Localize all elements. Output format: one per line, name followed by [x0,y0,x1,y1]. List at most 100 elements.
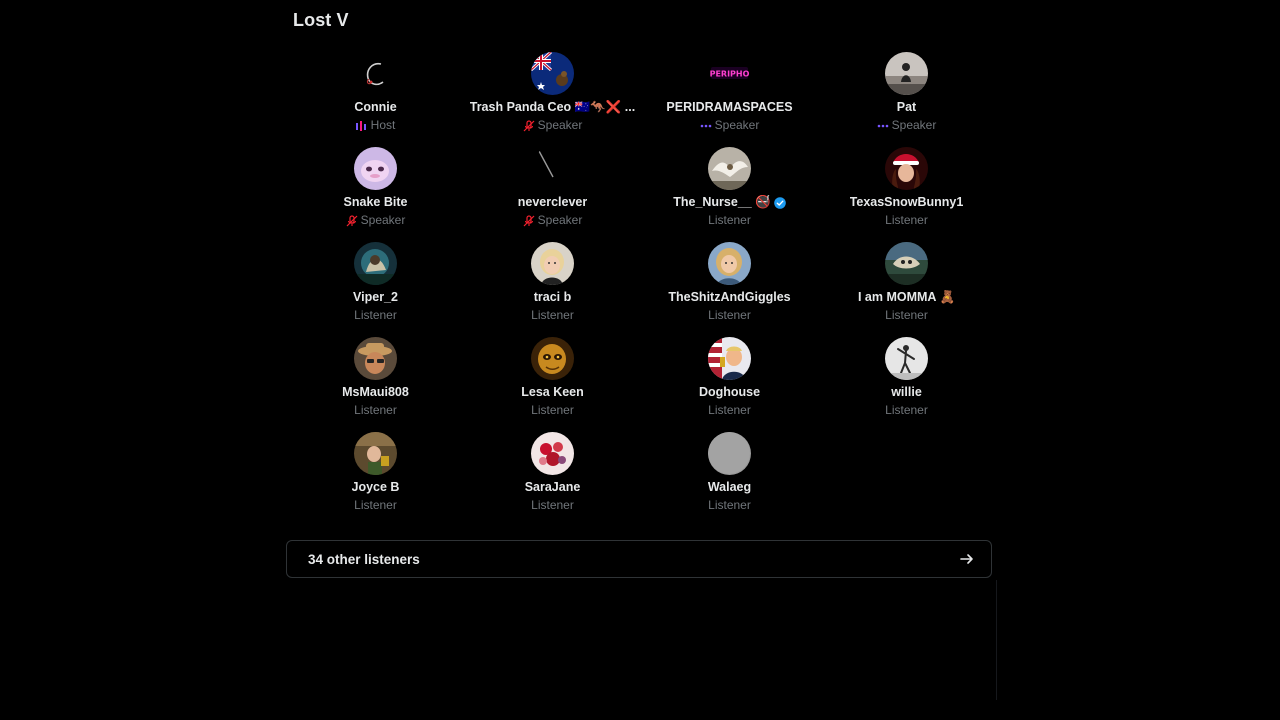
avatar[interactable] [531,242,574,285]
participant-role-text: Speaker [537,213,583,227]
participant-role-text: Listener [708,498,751,512]
verified-badge-icon [773,196,786,209]
participant-card[interactable]: Connie Host [287,52,464,147]
participant-role: Listener [531,308,574,323]
participant-role: Listener [885,213,928,228]
participant-role: Speaker [700,118,759,133]
participant-card[interactable]: TexasSnowBunny1 Listener [818,147,995,242]
participant-role: Listener [885,403,928,418]
participant-name: The_Nurse__ 🚭 [673,195,786,210]
participant-role: Speaker [523,213,583,228]
participant-name: Viper_2 [353,290,398,305]
participant-card[interactable]: Trash Panda Ceo 🇦🇺🦘❌ ... Speaker [464,52,641,147]
space-participants-panel: Lost V Connie Host Trash Panda Ceo 🇦🇺🦘❌ ..… [0,0,1280,720]
avatar[interactable] [708,147,751,190]
speaking-dots-icon [877,124,888,127]
avatar[interactable] [354,242,397,285]
participant-role-text: Speaker [537,118,583,132]
participant-role-text: Listener [531,308,574,322]
participant-name: Pat [897,100,916,115]
participant-role-text: Listener [708,403,751,417]
participant-name: traci b [534,290,572,305]
participant-name: I am MOMMA 🧸 [858,290,955,305]
participant-role: Listener [708,498,751,513]
avatar[interactable] [885,242,928,285]
participant-card[interactable]: Pat Speaker [818,52,995,147]
participant-card[interactable]: Viper_2 Listener [287,242,464,337]
participant-card[interactable]: Lesa Keen Listener [464,337,641,432]
avatar[interactable]: PERIPHO [708,52,751,95]
speaking-dots-icon [700,124,711,127]
avatar[interactable] [354,337,397,380]
participant-name: PERIDRAMASPACES [666,100,792,115]
avatar[interactable] [885,337,928,380]
participant-card[interactable]: I am MOMMA 🧸 Listener [818,242,995,337]
avatar[interactable] [885,52,928,95]
participants-grid: Connie Host Trash Panda Ceo 🇦🇺🦘❌ ... Speake… [287,52,995,527]
participant-name-text: I am MOMMA 🧸 [857,290,956,304]
participant-card[interactable]: traci b Listener [464,242,641,337]
avatar[interactable] [354,52,397,95]
participant-card[interactable]: The_Nurse__ 🚭 Listener [641,147,818,242]
avatar[interactable] [354,147,397,190]
avatar[interactable] [354,432,397,475]
participant-name-text: Trash Panda Ceo 🇦🇺🦘❌ ... [469,100,636,114]
space-title: Lost V [293,10,349,30]
participant-card[interactable]: Walaeg Listener [641,432,818,527]
participant-card[interactable]: neverclever Speaker [464,147,641,242]
participant-card[interactable]: Doghouse Listener [641,337,818,432]
avatar[interactable] [708,432,751,475]
muted-mic-icon [523,119,535,131]
participant-name: MsMaui808 [342,385,409,400]
avatar[interactable] [531,52,574,95]
participant-name-text: Pat [896,100,917,114]
participant-role: Host [355,118,396,133]
participant-role-text: Listener [708,308,751,322]
participant-role: Listener [708,403,751,418]
participant-role-text: Listener [354,308,397,322]
participant-role-text: Speaker [360,213,406,227]
participant-card[interactable]: Snake Bite Speaker [287,147,464,242]
avatar[interactable] [708,242,751,285]
participant-name-text: traci b [533,290,572,304]
participant-role-text: Listener [708,213,751,227]
participant-role-text: Listener [885,213,928,227]
participant-role-text: Listener [531,498,574,512]
other-listeners-button[interactable]: 34 other listeners [286,540,992,578]
participant-name-text: Joyce B [351,480,400,494]
participant-role: Listener [354,403,397,418]
participant-card[interactable]: MsMaui808 Listener [287,337,464,432]
participant-role: Speaker [523,118,583,133]
avatar[interactable] [708,337,751,380]
participant-role-text: Listener [885,308,928,322]
muted-mic-icon [523,214,535,226]
participant-name: TheShitzAndGiggles [668,290,790,305]
participant-card[interactable]: TheShitzAndGiggles Listener [641,242,818,337]
participant-name: Doghouse [699,385,760,400]
participant-name: Snake Bite [344,195,408,210]
avatar[interactable] [531,432,574,475]
participant-card[interactable]: Joyce B Listener [287,432,464,527]
participant-name-text: The_Nurse__ 🚭 [673,195,771,209]
participant-role-text: Listener [354,498,397,512]
participant-role: Speaker [877,118,936,133]
participant-role: Speaker [346,213,406,228]
participant-name: Lesa Keen [521,385,584,400]
participant-role-text: Listener [354,403,397,417]
participant-name-text: Doghouse [698,385,761,399]
arrow-right-icon [960,554,973,564]
participant-name-text: Walaeg [707,480,752,494]
participant-name: Walaeg [708,480,751,495]
participant-card[interactable]: PERIPHO PERIDRAMASPACES Speaker [641,52,818,147]
participant-role-text: Host [370,118,396,132]
host-bars-icon [355,120,366,131]
avatar[interactable] [885,147,928,190]
avatar[interactable] [531,337,574,380]
participant-card[interactable]: willie Listener [818,337,995,432]
participant-name: SaraJane [525,480,581,495]
participant-card[interactable]: SaraJane Listener [464,432,641,527]
avatar[interactable] [531,147,574,190]
participant-role: Listener [531,403,574,418]
participant-name: TexasSnowBunny1 [850,195,964,210]
participant-name-text: Viper_2 [353,290,398,304]
